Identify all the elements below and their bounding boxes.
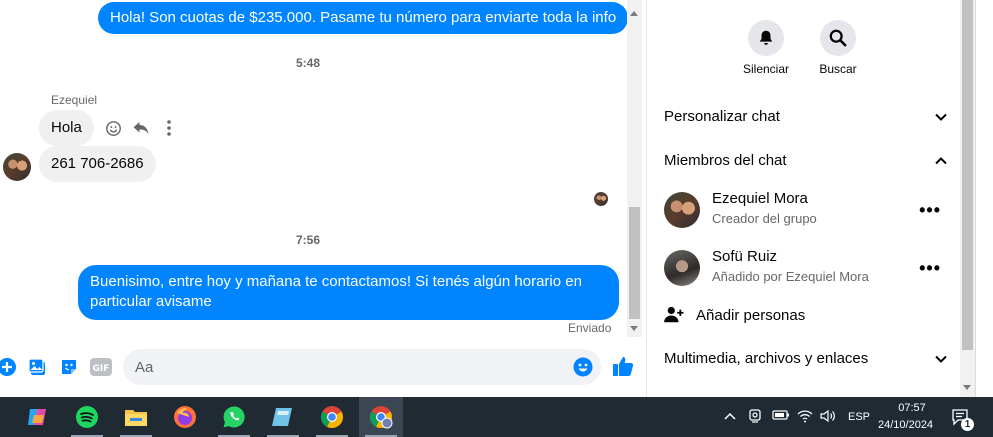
- show-hidden-icons-chevron-icon[interactable]: [724, 409, 736, 424]
- chevron-up-icon: [935, 157, 947, 165]
- thumbs-up-icon[interactable]: [612, 355, 634, 377]
- chrome-icon[interactable]: [310, 397, 354, 437]
- more-options-icon[interactable]: [160, 119, 178, 137]
- member-role: Creador del grupo: [712, 211, 817, 226]
- search-icon: [829, 29, 847, 47]
- windows-taskbar: ESP 07:57 24/10/2024 1: [0, 397, 993, 437]
- member-avatar: [664, 250, 700, 286]
- mute-button[interactable]: [748, 20, 784, 56]
- notes-app-icon[interactable]: [261, 397, 305, 437]
- message-status: Enviado: [568, 321, 612, 335]
- search-button[interactable]: [820, 20, 856, 56]
- whatsapp-icon[interactable]: [212, 397, 256, 437]
- scrollbar-thumb[interactable]: [629, 207, 640, 319]
- svg-text:GIF: GIF: [93, 364, 110, 374]
- plus-icon[interactable]: [0, 356, 18, 378]
- chat-info-panel: Silenciar Buscar Personalizar chat Miemb…: [646, 0, 960, 397]
- scroll-down-arrow-icon[interactable]: [963, 385, 971, 390]
- wifi-icon[interactable]: [797, 409, 813, 426]
- member-role: Añadido por Ezequiel Mora: [712, 269, 869, 284]
- clock-time[interactable]: 07:57: [892, 402, 932, 414]
- section-title: Multimedia, archivos y enlaces: [664, 350, 869, 367]
- chat-members-row[interactable]: Miembros del chat: [664, 149, 949, 173]
- avatar-image: [664, 192, 700, 228]
- member-avatar: [664, 192, 700, 228]
- outgoing-message-bubble[interactable]: Buenisimo, entre hoy y mañana te contact…: [78, 265, 619, 320]
- webcam-icon[interactable]: [748, 409, 762, 426]
- copilot-icon[interactable]: [16, 397, 60, 437]
- cut-off-header: [687, 0, 767, 2]
- message-input[interactable]: Aa: [123, 349, 601, 385]
- section-title: Personalizar chat: [664, 108, 780, 125]
- seen-receipt-avatar: [594, 192, 608, 206]
- incoming-message-bubble[interactable]: Hola: [39, 110, 94, 146]
- input-language[interactable]: ESP: [848, 411, 870, 423]
- message-text: Hola: [51, 119, 82, 136]
- chrome-profile-window-icon[interactable]: [359, 397, 403, 437]
- message-composer: GIF Aa: [0, 346, 646, 388]
- avatar-image: [3, 153, 31, 181]
- member-name: Ezequiel Mora: [712, 190, 808, 207]
- more-options-icon[interactable]: •••: [919, 258, 941, 279]
- scroll-up-arrow-icon[interactable]: [630, 11, 638, 16]
- chevron-down-icon: [935, 113, 947, 121]
- message-input-placeholder: Aa: [135, 359, 154, 376]
- message-text: 261 706-2686: [51, 155, 144, 172]
- scrollbar-thumb[interactable]: [962, 0, 973, 350]
- spotify-icon[interactable]: [65, 397, 109, 437]
- reply-icon[interactable]: [132, 119, 150, 137]
- window-edge: [975, 0, 993, 397]
- mute-label: Silenciar: [742, 62, 790, 76]
- outgoing-message-bubble[interactable]: Hola! Son cuotas de $235.000. Pasame tu …: [98, 2, 629, 34]
- member-name: Sofü Ruiz: [712, 248, 778, 265]
- section-title: Miembros del chat: [664, 152, 787, 169]
- sender-avatar[interactable]: [3, 153, 31, 181]
- add-people-label: Añadir personas: [696, 307, 806, 324]
- firefox-icon[interactable]: [163, 397, 207, 437]
- message-timestamp: 7:56: [295, 233, 321, 247]
- add-person-icon: [664, 306, 684, 323]
- member-item[interactable]: Sofü Ruiz Añadido por Ezequiel Mora •••: [664, 248, 949, 292]
- gif-icon[interactable]: GIF: [90, 356, 112, 378]
- notification-count-badge: 1: [961, 418, 974, 431]
- screen: Hola! Son cuotas de $235.000. Pasame tu …: [0, 0, 993, 437]
- chevron-down-icon: [935, 355, 947, 363]
- incoming-message-bubble[interactable]: 261 706-2686: [39, 146, 156, 182]
- message-text: Buenisimo, entre hoy y mañana te contact…: [90, 273, 582, 310]
- avatar-image: [664, 250, 700, 286]
- message-timestamp: 5:48: [295, 56, 321, 70]
- page-scrollbar[interactable]: [960, 0, 975, 397]
- customize-chat-row[interactable]: Personalizar chat: [664, 105, 949, 129]
- add-people-button[interactable]: Añadir personas: [664, 304, 949, 328]
- chat-pane: Hola! Son cuotas de $235.000. Pasame tu …: [0, 0, 646, 397]
- member-item[interactable]: Ezequiel Mora Creador del grupo •••: [664, 190, 949, 234]
- file-explorer-icon[interactable]: [114, 397, 158, 437]
- message-text: Hola! Son cuotas de $235.000. Pasame tu …: [110, 9, 617, 26]
- volume-icon[interactable]: [820, 409, 836, 426]
- scroll-down-arrow-icon[interactable]: [630, 326, 638, 331]
- sticker-icon[interactable]: [58, 356, 80, 378]
- emoji-icon[interactable]: [573, 357, 593, 377]
- battery-icon[interactable]: [772, 409, 790, 424]
- media-files-links-row[interactable]: Multimedia, archivos y enlaces: [664, 347, 949, 371]
- bell-icon: [759, 30, 773, 45]
- clock-date[interactable]: 24/10/2024: [878, 419, 933, 431]
- chat-scrollbar[interactable]: [627, 0, 642, 337]
- photo-icon[interactable]: [27, 356, 49, 378]
- more-options-icon[interactable]: •••: [919, 200, 941, 221]
- search-label: Buscar: [819, 62, 857, 76]
- message-actions: [104, 119, 178, 137]
- avatar-image: [594, 192, 608, 206]
- react-emoji-icon[interactable]: [104, 119, 122, 137]
- sender-name: Ezequiel: [51, 93, 98, 107]
